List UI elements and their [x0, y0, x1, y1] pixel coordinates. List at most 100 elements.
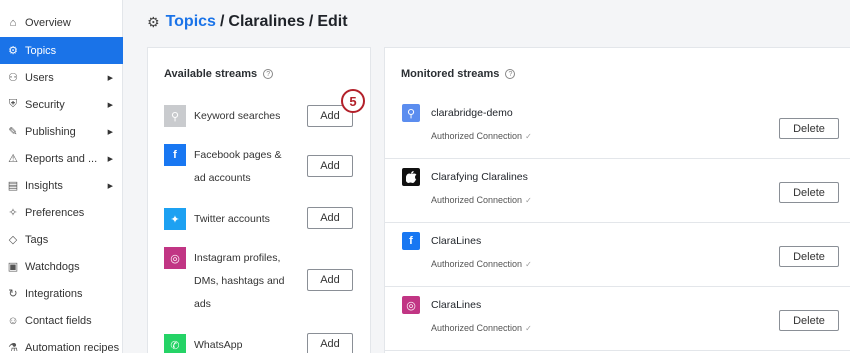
stream-label: Twitter accounts — [194, 213, 270, 225]
delete-stream-button[interactable]: Delete — [779, 246, 839, 267]
sidebar-item-label: Topics — [25, 44, 57, 57]
monitored-stream-name: ClaraLines — [431, 235, 482, 247]
monitored-stream-name: clarabridge-demo — [431, 107, 513, 119]
wrench-icon: ✧ — [8, 207, 18, 219]
bar-chart-icon: ▤ — [7, 180, 19, 192]
connection-status-text: Authorized Connection — [431, 323, 523, 333]
gear-icon: ⚙ — [8, 45, 18, 57]
instagram-icon: ◎ — [402, 296, 420, 314]
add-whatsapp-button[interactable]: Add — [307, 333, 353, 353]
edit-icon: ✎ — [8, 126, 18, 138]
sidebar-item-label: Overview — [25, 16, 71, 29]
tag-icon: ◇ — [8, 234, 18, 246]
caret-right-icon: ▶ — [107, 128, 113, 136]
available-streams-title-text: Available streams — [164, 68, 258, 80]
facebook-icon: f — [164, 144, 186, 166]
sidebar-item-contact-fields[interactable]: ☺ Contact fields — [0, 307, 123, 334]
help-icon[interactable]: ? — [263, 69, 274, 79]
sidebar-item-insights[interactable]: ▤ Insights ▶ — [0, 172, 123, 199]
whatsapp-icon: ✆ — [164, 334, 186, 353]
shield-icon: ⛨ — [8, 98, 18, 110]
check-icon: ✓ — [525, 196, 532, 205]
available-stream-facebook: f Facebook pages & ad accounts Add — [164, 144, 364, 188]
sidebar-item-label: Insights — [25, 179, 63, 192]
sidebar-item-label: Users — [25, 71, 54, 84]
person-icon: ☺ — [7, 314, 19, 327]
add-facebook-button[interactable]: Add — [307, 155, 353, 177]
monitored-stream-name: Clarafying Claralines — [431, 171, 528, 183]
caret-right-icon: ▶ — [107, 182, 113, 190]
sidebar-item-label: Tags — [25, 233, 49, 246]
monitored-stream-row: ◎ ClaraLines Authorized Connection ✓ Dele… — [385, 287, 850, 351]
sidebar-item-label: Automation recipes — [25, 341, 120, 353]
connection-status: Authorized Connection ✓ — [431, 259, 532, 269]
apple-icon — [402, 168, 420, 186]
delete-stream-button[interactable]: Delete — [779, 118, 839, 139]
sidebar-item-preferences[interactable]: ✧ Preferences — [0, 199, 123, 226]
connection-status-text: Authorized Connection — [431, 195, 523, 205]
caret-right-icon: ▶ — [107, 74, 113, 82]
sidebar-item-tags[interactable]: ◇ Tags — [0, 226, 123, 253]
available-stream-instagram: ◎ Instagram profiles, DMs, hashtags and … — [164, 247, 364, 315]
sidebar-item-integrations[interactable]: ↻ Integrations — [0, 280, 123, 307]
watchdog-icon: ▣ — [7, 261, 19, 273]
home-icon: ⌂ — [9, 16, 17, 29]
monitored-stream-name: ClaraLines — [431, 299, 482, 311]
sidebar-item-label: Contact fields — [25, 314, 92, 327]
breadcrumb-topic: Claralines — [228, 13, 305, 30]
sidebar: ⌂ Overview ⚙ Topics ⚇ Users ▶ ⛨ Security… — [0, 0, 123, 353]
sidebar-item-label: Preferences — [25, 206, 85, 219]
stream-label: ads — [194, 298, 211, 310]
users-icon: ⚇ — [8, 72, 18, 84]
monitored-streams-title-text: Monitored streams — [401, 68, 500, 80]
sidebar-item-publishing[interactable]: ✎ Publishing ▶ — [0, 118, 123, 145]
page-title: ⚙ Topics / Claralines / Edit — [147, 13, 348, 31]
available-streams-title: Available streams ? — [164, 68, 274, 80]
monitored-stream-row: Clarafying Claralines Authorized Connect… — [385, 159, 850, 223]
stream-label: Facebook pages & — [194, 149, 282, 161]
connection-status-text: Authorized Connection — [431, 259, 523, 269]
help-icon[interactable]: ? — [505, 69, 516, 79]
sidebar-item-security[interactable]: ⛨ Security ▶ — [0, 91, 123, 118]
available-stream-twitter: ✦ Twitter accounts Add — [164, 207, 364, 230]
sidebar-item-label: Publishing — [25, 125, 76, 138]
warning-icon: ⚠ — [8, 153, 18, 165]
connection-status: Authorized Connection ✓ — [431, 131, 532, 141]
sidebar-item-users[interactable]: ⚇ Users ▶ — [0, 64, 123, 91]
sidebar-item-overview[interactable]: ⌂ Overview — [0, 9, 123, 36]
add-instagram-button[interactable]: Add — [307, 269, 353, 291]
sidebar-item-label: Reports and ... — [25, 152, 98, 165]
sidebar-item-label: Integrations — [25, 287, 83, 300]
sidebar-item-label: Watchdogs — [25, 260, 80, 273]
search-icon: ⚲ — [164, 105, 186, 127]
caret-right-icon: ▶ — [107, 155, 113, 163]
stream-label: WhatsApp — [194, 339, 243, 351]
check-icon: ✓ — [525, 324, 532, 333]
apple-icon-shape — [405, 171, 416, 183]
delete-stream-button[interactable]: Delete — [779, 310, 839, 331]
stream-label: Keyword searches — [194, 110, 281, 122]
stream-label: DMs, hashtags and — [194, 275, 285, 287]
delete-stream-button[interactable]: Delete — [779, 182, 839, 203]
breadcrumb-separator: / — [308, 13, 314, 30]
integrations-icon: ↻ — [8, 288, 18, 300]
sidebar-item-reports[interactable]: ⚠ Reports and ... ▶ — [0, 145, 123, 172]
monitored-streams-title: Monitored streams ? — [401, 68, 516, 80]
connection-status: Authorized Connection ✓ — [431, 323, 532, 333]
caret-right-icon: ▶ — [107, 101, 113, 109]
stream-label: Instagram profiles, — [194, 252, 281, 264]
breadcrumb-topics-link[interactable]: Topics — [166, 13, 216, 31]
sidebar-item-topics[interactable]: ⚙ Topics — [0, 37, 123, 64]
check-icon: ✓ — [525, 132, 532, 141]
available-stream-keyword: ⚲ Keyword searches Add — [164, 105, 364, 127]
sidebar-item-label: Security — [25, 98, 65, 111]
stream-label: ad accounts — [194, 172, 251, 184]
step-number-badge: 5 — [341, 89, 365, 113]
breadcrumb-separator: / — [219, 13, 225, 30]
sidebar-item-automation-recipes[interactable]: ⚗ Automation recipes — [0, 334, 123, 353]
twitter-icon: ✦ — [164, 208, 186, 230]
connection-status-text: Authorized Connection — [431, 131, 523, 141]
sidebar-item-watchdogs[interactable]: ▣ Watchdogs — [0, 253, 123, 280]
add-twitter-button[interactable]: Add — [307, 207, 353, 229]
monitored-stream-row: f ClaraLines Authorized Connection ✓ Dele… — [385, 223, 850, 287]
